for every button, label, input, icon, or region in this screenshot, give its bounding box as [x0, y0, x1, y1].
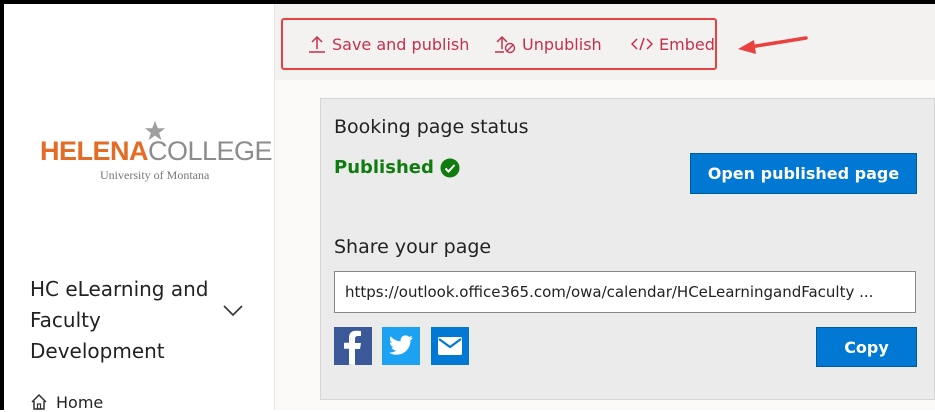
sidebar-item-home[interactable]: Home [30, 392, 103, 412]
home-icon [31, 393, 47, 410]
logo-wordmark: HELENACOLLEGE [40, 136, 273, 166]
helena-college-logo: HELENACOLLEGE University of Montana [40, 120, 273, 190]
save-and-publish-label: Save and publish [332, 34, 470, 54]
code-icon [631, 37, 653, 51]
save-and-publish-button[interactable]: Save and publish [308, 32, 469, 56]
logo-name-part1: HELENA [40, 136, 149, 166]
share-url-field[interactable]: https://outlook.office365.com/owa/calend… [334, 271, 916, 313]
upload-icon [309, 35, 325, 53]
logo-name-part2: COLLEGE [148, 136, 273, 166]
status-text: Published [334, 157, 434, 178]
copy-link-button[interactable]: Copy [816, 327, 917, 367]
email-share-button[interactable] [431, 327, 469, 365]
twitter-icon [389, 335, 413, 355]
sidebar-item-label: Home [56, 392, 104, 412]
organization-name[interactable]: HC eLearning and Faculty Development [30, 274, 230, 367]
facebook-icon [344, 330, 361, 365]
facebook-share-button[interactable] [334, 327, 372, 365]
published-status: Published [334, 157, 460, 178]
booking-status-heading: Booking page status [334, 116, 529, 138]
checkmark-circle-icon [440, 158, 460, 177]
twitter-share-button[interactable] [382, 327, 420, 365]
share-heading: Share your page [334, 236, 492, 258]
chevron-down-icon[interactable] [222, 304, 244, 318]
mail-icon [438, 337, 462, 355]
unpublish-label: Unpublish [522, 34, 602, 54]
logo-subtitle: University of Montana [100, 168, 210, 182]
unpublish-button[interactable]: Unpublish [494, 32, 602, 56]
annotation-arrow [738, 36, 808, 54]
embed-button[interactable]: Embed [631, 32, 715, 56]
embed-label: Embed [659, 34, 715, 54]
open-published-page-button[interactable]: Open published page [690, 153, 917, 194]
unpublish-icon [495, 35, 516, 54]
